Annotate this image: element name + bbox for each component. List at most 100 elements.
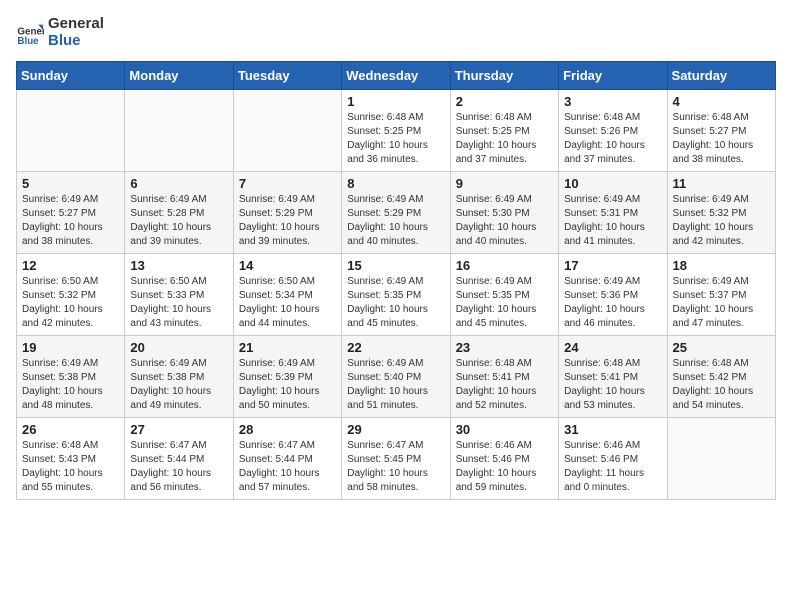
day-cell-17: 17 Sunrise: 6:49 AM Sunset: 5:36 PM Dayli… xyxy=(559,254,667,336)
day-info: Sunrise: 6:48 AM Sunset: 5:27 PM Dayligh… xyxy=(673,111,770,167)
day-info: Sunrise: 6:49 AM Sunset: 5:29 PM Dayligh… xyxy=(239,193,336,249)
day-number: 22 xyxy=(347,340,444,355)
day-number: 18 xyxy=(673,258,770,273)
day-cell-26: 26 Sunrise: 6:48 AM Sunset: 5:43 PM Dayli… xyxy=(17,418,125,500)
day-info: Sunrise: 6:50 AM Sunset: 5:33 PM Dayligh… xyxy=(130,275,227,331)
day-cell-22: 22 Sunrise: 6:49 AM Sunset: 5:40 PM Dayli… xyxy=(342,336,450,418)
day-cell-16: 16 Sunrise: 6:49 AM Sunset: 5:35 PM Dayli… xyxy=(450,254,558,336)
day-number: 10 xyxy=(564,176,661,191)
day-number: 19 xyxy=(22,340,119,355)
day-number: 15 xyxy=(347,258,444,273)
logo-general: General xyxy=(48,16,104,33)
weekday-header-monday: Monday xyxy=(125,62,233,90)
day-number: 30 xyxy=(456,422,553,437)
day-number: 20 xyxy=(130,340,227,355)
day-cell-13: 13Sunrise: 6:50 AM Sunset: 5:33 PM Dayli… xyxy=(125,254,233,336)
day-number: 14 xyxy=(239,258,336,273)
day-info: Sunrise: 6:46 AM Sunset: 5:46 PM Dayligh… xyxy=(456,439,553,495)
day-number: 29 xyxy=(347,422,444,437)
logo-icon: General Blue xyxy=(16,19,44,47)
day-info: Sunrise: 6:48 AM Sunset: 5:26 PM Dayligh… xyxy=(564,111,661,167)
day-info: Sunrise: 6:47 AM Sunset: 5:45 PM Dayligh… xyxy=(347,439,444,495)
day-cell-20: 20 Sunrise: 6:49 AM Sunset: 5:38 PM Dayli… xyxy=(125,336,233,418)
day-info: Sunrise: 6:49 AM Sunset: 5:32 PM Dayligh… xyxy=(673,193,770,249)
day-info: Sunrise: 6:49 AM Sunset: 5:28 PM Dayligh… xyxy=(130,193,227,249)
day-info: Sunrise: 6:48 AM Sunset: 5:25 PM Dayligh… xyxy=(347,111,444,167)
day-cell-29: 29 Sunrise: 6:47 AM Sunset: 5:45 PM Dayli… xyxy=(342,418,450,500)
day-cell-3: 3Sunrise: 6:48 AM Sunset: 5:26 PM Daylig… xyxy=(559,90,667,172)
day-number: 24 xyxy=(564,340,661,355)
day-cell-6: 6 Sunrise: 6:49 AM Sunset: 5:28 PM Daylig… xyxy=(125,172,233,254)
day-number: 23 xyxy=(456,340,553,355)
day-number: 12 xyxy=(22,258,119,273)
day-info: Sunrise: 6:49 AM Sunset: 5:37 PM Dayligh… xyxy=(673,275,770,331)
day-number: 8 xyxy=(347,176,444,191)
day-cell-5: 5 Sunrise: 6:49 AM Sunset: 5:27 PM Daylig… xyxy=(17,172,125,254)
day-cell-2: 2Sunrise: 6:48 AM Sunset: 5:25 PM Daylig… xyxy=(450,90,558,172)
svg-text:Blue: Blue xyxy=(17,36,39,47)
day-number: 1 xyxy=(347,94,444,109)
day-cell-9: 9 Sunrise: 6:49 AM Sunset: 5:30 PM Daylig… xyxy=(450,172,558,254)
weekday-header-sunday: Sunday xyxy=(17,62,125,90)
day-info: Sunrise: 6:49 AM Sunset: 5:31 PM Dayligh… xyxy=(564,193,661,249)
day-info: Sunrise: 6:49 AM Sunset: 5:35 PM Dayligh… xyxy=(456,275,553,331)
day-cell-14: 14 Sunrise: 6:50 AM Sunset: 5:34 PM Dayli… xyxy=(233,254,341,336)
header: General Blue General Blue xyxy=(16,16,776,49)
day-cell-15: 15Sunrise: 6:49 AM Sunset: 5:35 PM Dayli… xyxy=(342,254,450,336)
day-cell-23: 23 Sunrise: 6:48 AM Sunset: 5:41 PM Dayli… xyxy=(450,336,558,418)
day-cell-19: 19 Sunrise: 6:49 AM Sunset: 5:38 PM Dayli… xyxy=(17,336,125,418)
day-cell-31: 31Sunrise: 6:46 AM Sunset: 5:46 PM Dayli… xyxy=(559,418,667,500)
day-info: Sunrise: 6:46 AM Sunset: 5:46 PM Dayligh… xyxy=(564,439,661,495)
empty-cell xyxy=(667,418,775,500)
day-info: Sunrise: 6:47 AM Sunset: 5:44 PM Dayligh… xyxy=(130,439,227,495)
day-info: Sunrise: 6:48 AM Sunset: 5:42 PM Dayligh… xyxy=(673,357,770,413)
day-cell-8: 8 Sunrise: 6:49 AM Sunset: 5:29 PM Daylig… xyxy=(342,172,450,254)
day-cell-11: 11 Sunrise: 6:49 AM Sunset: 5:32 PM Dayli… xyxy=(667,172,775,254)
day-info: Sunrise: 6:48 AM Sunset: 5:43 PM Dayligh… xyxy=(22,439,119,495)
logo-blue: Blue xyxy=(48,33,104,50)
weekday-header-friday: Friday xyxy=(559,62,667,90)
logo: General Blue General Blue xyxy=(16,16,104,49)
week-row-3: 12 Sunrise: 6:50 AM Sunset: 5:32 PM Dayli… xyxy=(17,254,776,336)
day-number: 5 xyxy=(22,176,119,191)
calendar-table: SundayMondayTuesdayWednesdayThursdayFrid… xyxy=(16,61,776,500)
day-number: 11 xyxy=(673,176,770,191)
day-number: 2 xyxy=(456,94,553,109)
day-number: 16 xyxy=(456,258,553,273)
day-info: Sunrise: 6:49 AM Sunset: 5:36 PM Dayligh… xyxy=(564,275,661,331)
day-cell-12: 12 Sunrise: 6:50 AM Sunset: 5:32 PM Dayli… xyxy=(17,254,125,336)
day-number: 28 xyxy=(239,422,336,437)
day-number: 17 xyxy=(564,258,661,273)
day-info: Sunrise: 6:49 AM Sunset: 5:40 PM Dayligh… xyxy=(347,357,444,413)
day-cell-24: 24Sunrise: 6:48 AM Sunset: 5:41 PM Dayli… xyxy=(559,336,667,418)
day-number: 7 xyxy=(239,176,336,191)
day-info: Sunrise: 6:49 AM Sunset: 5:38 PM Dayligh… xyxy=(130,357,227,413)
day-info: Sunrise: 6:49 AM Sunset: 5:29 PM Dayligh… xyxy=(347,193,444,249)
weekday-header-row: SundayMondayTuesdayWednesdayThursdayFrid… xyxy=(17,62,776,90)
empty-cell xyxy=(125,90,233,172)
day-cell-21: 21Sunrise: 6:49 AM Sunset: 5:39 PM Dayli… xyxy=(233,336,341,418)
empty-cell xyxy=(233,90,341,172)
week-row-5: 26 Sunrise: 6:48 AM Sunset: 5:43 PM Dayli… xyxy=(17,418,776,500)
day-number: 6 xyxy=(130,176,227,191)
day-cell-30: 30 Sunrise: 6:46 AM Sunset: 5:46 PM Dayli… xyxy=(450,418,558,500)
day-info: Sunrise: 6:49 AM Sunset: 5:38 PM Dayligh… xyxy=(22,357,119,413)
day-info: Sunrise: 6:50 AM Sunset: 5:32 PM Dayligh… xyxy=(22,275,119,331)
day-cell-10: 10 Sunrise: 6:49 AM Sunset: 5:31 PM Dayli… xyxy=(559,172,667,254)
day-number: 9 xyxy=(456,176,553,191)
day-cell-25: 25 Sunrise: 6:48 AM Sunset: 5:42 PM Dayli… xyxy=(667,336,775,418)
day-info: Sunrise: 6:49 AM Sunset: 5:27 PM Dayligh… xyxy=(22,193,119,249)
day-info: Sunrise: 6:48 AM Sunset: 5:41 PM Dayligh… xyxy=(456,357,553,413)
day-cell-4: 4Sunrise: 6:48 AM Sunset: 5:27 PM Daylig… xyxy=(667,90,775,172)
day-info: Sunrise: 6:50 AM Sunset: 5:34 PM Dayligh… xyxy=(239,275,336,331)
weekday-header-saturday: Saturday xyxy=(667,62,775,90)
day-number: 26 xyxy=(22,422,119,437)
weekday-header-wednesday: Wednesday xyxy=(342,62,450,90)
week-row-2: 5 Sunrise: 6:49 AM Sunset: 5:27 PM Daylig… xyxy=(17,172,776,254)
empty-cell xyxy=(17,90,125,172)
week-row-1: 1 Sunrise: 6:48 AM Sunset: 5:25 PM Daylig… xyxy=(17,90,776,172)
day-cell-1: 1 Sunrise: 6:48 AM Sunset: 5:25 PM Daylig… xyxy=(342,90,450,172)
week-row-4: 19 Sunrise: 6:49 AM Sunset: 5:38 PM Dayli… xyxy=(17,336,776,418)
day-number: 25 xyxy=(673,340,770,355)
day-info: Sunrise: 6:49 AM Sunset: 5:30 PM Dayligh… xyxy=(456,193,553,249)
